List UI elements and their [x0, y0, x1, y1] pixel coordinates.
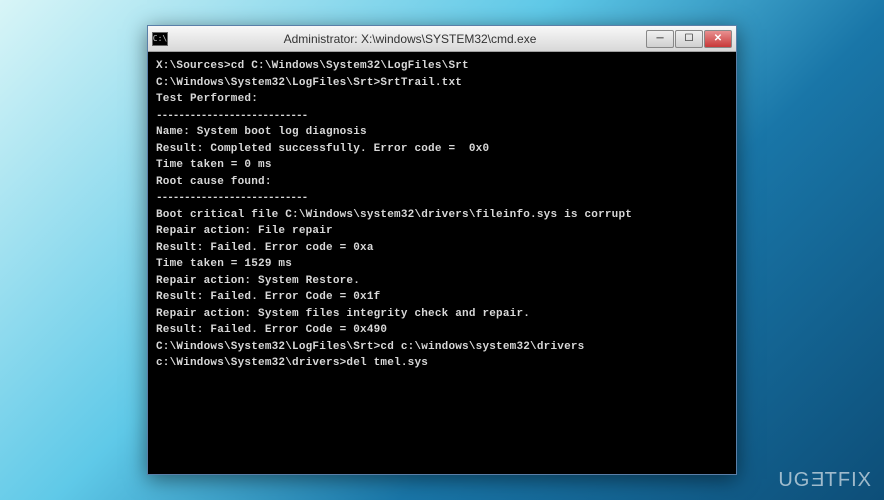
window-title: Administrator: X:\windows\SYSTEM32\cmd.e… [174, 32, 646, 46]
terminal-line: c:\Windows\System32\drivers>del tmel.sys [156, 355, 728, 372]
maximize-button[interactable]: ☐ [675, 30, 703, 48]
terminal-line: Time taken = 0 ms [156, 157, 728, 174]
terminal-line: Repair action: System files integrity ch… [156, 306, 728, 323]
terminal-line: X:\Sources>cd C:\Windows\System32\LogFil… [156, 58, 728, 75]
terminal-line: C:\Windows\System32\LogFiles\Srt>cd c:\w… [156, 339, 728, 356]
titlebar[interactable]: C:\ Administrator: X:\windows\SYSTEM32\c… [148, 26, 736, 52]
terminal-divider: --------------------------- [156, 108, 728, 125]
terminal-line: Repair action: File repair [156, 223, 728, 240]
terminal-content[interactable]: X:\Sources>cd C:\Windows\System32\LogFil… [148, 52, 736, 474]
window-controls: ─ ☐ ✕ [646, 30, 732, 48]
minimize-button[interactable]: ─ [646, 30, 674, 48]
terminal-line: Result: Failed. Error Code = 0x1f [156, 289, 728, 306]
terminal-divider: --------------------------- [156, 190, 728, 207]
terminal-line: Boot critical file C:\Windows\system32\d… [156, 207, 728, 224]
terminal-line: Test Performed: [156, 91, 728, 108]
terminal-line: Repair action: System Restore. [156, 273, 728, 290]
terminal-line: Time taken = 1529 ms [156, 256, 728, 273]
cmd-icon: C:\ [152, 32, 168, 46]
watermark-logo: UGETFIX [778, 469, 872, 492]
close-button[interactable]: ✕ [704, 30, 732, 48]
terminal-line: Name: System boot log diagnosis [156, 124, 728, 141]
terminal-line: Result: Failed. Error code = 0xa [156, 240, 728, 257]
terminal-line: Result: Failed. Error Code = 0x490 [156, 322, 728, 339]
terminal-line: C:\Windows\System32\LogFiles\Srt>SrtTrai… [156, 75, 728, 92]
terminal-line: Root cause found: [156, 174, 728, 191]
terminal-line: Result: Completed successfully. Error co… [156, 141, 728, 158]
cmd-window: C:\ Administrator: X:\windows\SYSTEM32\c… [147, 25, 737, 475]
